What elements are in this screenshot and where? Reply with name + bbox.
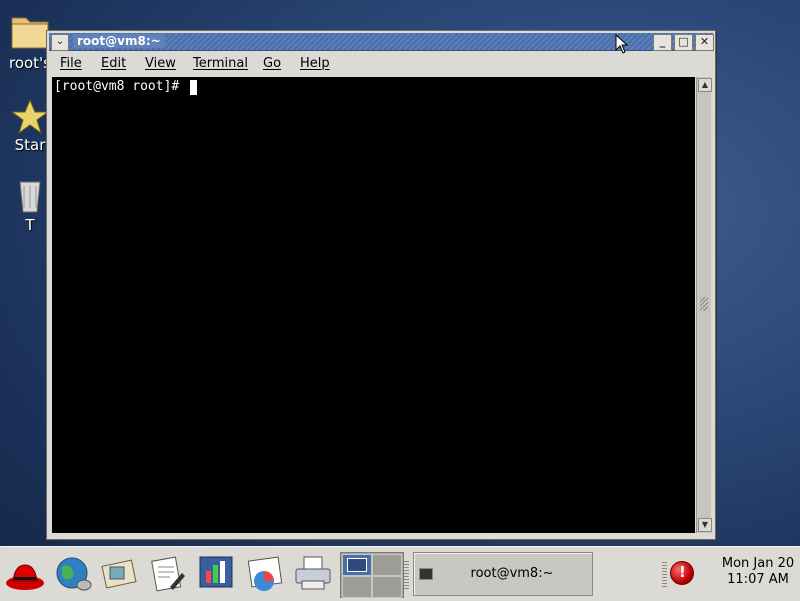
workspace-3[interactable] (342, 576, 372, 598)
scroll-grip[interactable] (700, 297, 708, 311)
menu-edit[interactable]: Edit (101, 56, 126, 71)
close-button[interactable]: ✕ (695, 34, 714, 51)
menu-file[interactable]: File (60, 56, 82, 71)
trash-icon (19, 181, 41, 213)
clock-time: 11:07 AM (727, 572, 789, 587)
spreadsheet-icon[interactable] (244, 553, 286, 595)
clock[interactable]: Mon Jan 20 11:07 AM (716, 556, 800, 588)
clock-date: Mon Jan 20 (721, 556, 795, 571)
workspace-2[interactable] (372, 554, 402, 576)
window-menu-button[interactable]: ⌄ (51, 34, 69, 51)
window-titlebar[interactable]: ⌄ root@vm8:~ _ □ ✕ (49, 33, 714, 51)
menu-bar: File Edit View Terminal Go Help (49, 53, 713, 75)
writer-icon[interactable] (146, 553, 188, 595)
window-title: root@vm8:~ (73, 34, 165, 48)
bottom-panel: root@vm8:~ Mon Jan 20 11:07 AM (0, 546, 800, 601)
workspace-switcher[interactable] (340, 552, 404, 598)
workspace-1[interactable] (342, 554, 372, 576)
taskbar-button-label: root@vm8:~ (470, 566, 554, 581)
terminal-prompt: [root@vm8 root]# (54, 79, 180, 94)
email-icon[interactable] (98, 553, 140, 595)
vertical-scrollbar[interactable]: ▲ ▼ (696, 77, 712, 533)
terminal-area[interactable]: [root@vm8 root]# (52, 77, 695, 533)
workspace-window-thumbnail (347, 558, 367, 572)
mouse-pointer-icon (615, 34, 629, 54)
text-cursor (190, 80, 197, 95)
panel-handle[interactable] (404, 559, 409, 589)
maximize-button[interactable]: □ (674, 34, 693, 51)
update-alert-icon[interactable] (670, 561, 694, 585)
web-browser-icon[interactable] (52, 553, 94, 595)
terminal-window: ⌄ root@vm8:~ _ □ ✕ File Edit View Termin… (46, 30, 716, 540)
workspace-4[interactable] (372, 576, 402, 598)
terminal-icon (419, 568, 433, 580)
menu-go[interactable]: Go (263, 56, 281, 71)
start-here-icon (10, 98, 50, 135)
redhat-menu-icon[interactable] (4, 553, 46, 595)
taskbar-button-terminal[interactable]: root@vm8:~ (413, 552, 593, 596)
minimize-button[interactable]: _ (653, 34, 672, 51)
menu-view[interactable]: View (145, 56, 176, 71)
printer-icon[interactable] (292, 553, 334, 595)
menu-terminal[interactable]: Terminal (193, 56, 248, 71)
presentation-icon[interactable] (196, 553, 238, 595)
panel-handle[interactable] (662, 561, 667, 587)
scroll-up-arrow-icon[interactable]: ▲ (698, 78, 712, 92)
scroll-down-arrow-icon[interactable]: ▼ (698, 518, 712, 532)
menu-help[interactable]: Help (300, 56, 330, 71)
